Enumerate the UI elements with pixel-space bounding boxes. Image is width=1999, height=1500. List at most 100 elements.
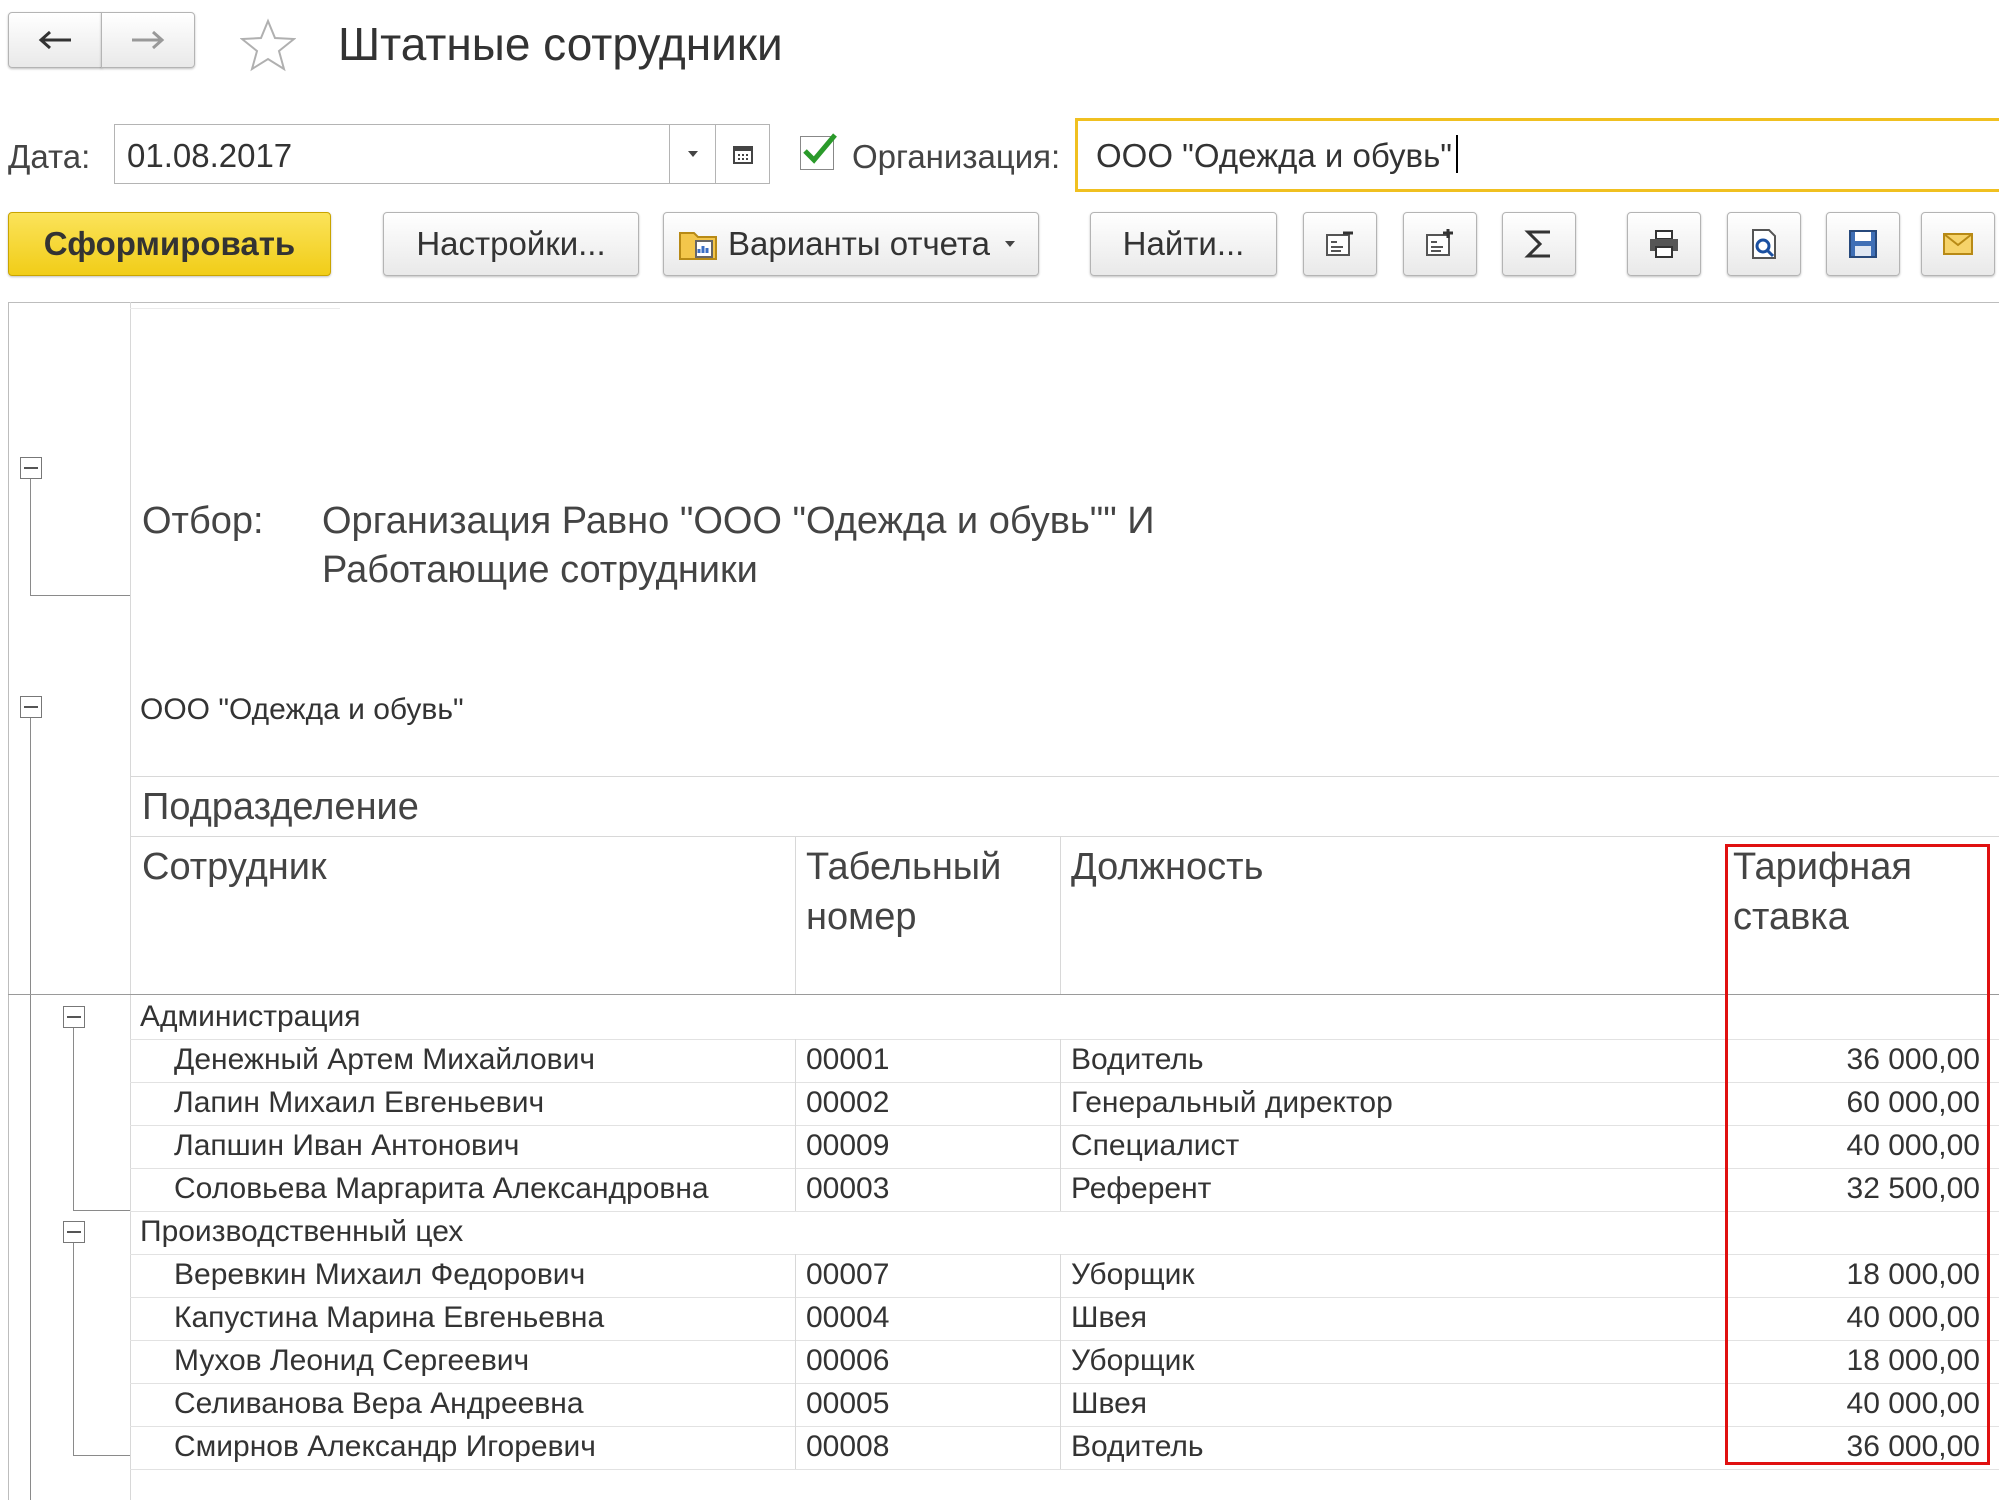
organization-checkbox[interactable]: [800, 133, 837, 170]
expand-groups-icon: [1426, 229, 1453, 256]
report-variants-icon: [679, 232, 717, 260]
sum-button[interactable]: [1502, 212, 1576, 276]
collapse-groups-button[interactable]: [1303, 212, 1377, 276]
organization-value: ООО "Одежда и обувь": [1096, 137, 1452, 174]
row-separator: [130, 1125, 1999, 1126]
collapse-filter-toggle[interactable]: [20, 457, 42, 479]
filter-condition-line2: Работающие сотрудники: [322, 549, 758, 591]
text-cursor: [1456, 135, 1458, 173]
date-dropdown-button[interactable]: [670, 124, 716, 184]
expand-groups-button[interactable]: [1403, 212, 1477, 276]
report-variants-button[interactable]: Варианты отчета: [663, 212, 1039, 276]
chevron-down-icon: [1005, 241, 1016, 247]
collapse-groups-icon: [1326, 231, 1353, 256]
employee-tab-number: 00001: [806, 1043, 890, 1076]
employee-tab-number: 00008: [806, 1430, 890, 1463]
date-label: Дата:: [8, 138, 91, 175]
send-email-button[interactable]: [1921, 212, 1995, 276]
employee-name: Смирнов Александр Игоревич: [174, 1430, 596, 1463]
employee-name: Соловьева Маргарита Александровна: [174, 1172, 709, 1205]
column-separator: [795, 1168, 796, 1211]
settings-button[interactable]: Настройки...: [383, 212, 639, 276]
collapse-organization-toggle[interactable]: [20, 696, 42, 718]
row-separator: [130, 1383, 1999, 1384]
favorite-star-icon[interactable]: [239, 18, 297, 72]
date-value: 01.08.2017: [127, 137, 293, 174]
employee-tab-number: 00009: [806, 1129, 890, 1162]
tree-line: [73, 1455, 130, 1456]
employee-position: Уборщик: [1071, 1344, 1195, 1377]
column-separator: [795, 1340, 796, 1383]
employee-tab-number: 00005: [806, 1387, 890, 1420]
row-separator: [130, 1297, 1999, 1298]
report-left-border: [8, 302, 9, 1500]
employee-tab-number: 00002: [806, 1086, 890, 1119]
calendar-icon: [732, 146, 753, 164]
organization-label: Организация:: [852, 138, 1061, 175]
row-separator: [130, 1254, 1999, 1255]
report-variants-label: Варианты отчета: [728, 225, 991, 262]
print-button[interactable]: [1627, 212, 1701, 276]
column-separator: [795, 1039, 796, 1082]
collapse-group-toggle[interactable]: [63, 1006, 85, 1028]
rate-column-highlight: [1725, 844, 1990, 1465]
row-separator: [130, 1469, 1999, 1470]
tree-line: [30, 595, 130, 596]
employee-position: Швея: [1071, 1301, 1148, 1334]
employee-position: Водитель: [1071, 1043, 1204, 1076]
tree-line: [73, 1028, 74, 1210]
column-separator: [795, 1082, 796, 1125]
header-middle-line: [130, 836, 1999, 837]
employee-tab-number: 00004: [806, 1301, 890, 1334]
column-separator: [1060, 1426, 1061, 1469]
tree-line: [73, 1243, 74, 1455]
row-separator: [130, 1039, 1999, 1040]
column-separator: [1060, 1039, 1061, 1082]
floppy-disk-icon: [1849, 230, 1877, 258]
calendar-button[interactable]: [716, 124, 770, 184]
header-position: Должность: [1071, 846, 1264, 888]
filter-label: Отбор:: [142, 500, 264, 542]
employee-tab-number: 00007: [806, 1258, 890, 1291]
row-separator: [130, 1168, 1999, 1169]
column-separator: [1060, 1168, 1061, 1211]
top-cell-line: [130, 308, 340, 309]
filter-condition-line1: Организация Равно "ООО "Одежда и обувь""…: [322, 500, 1155, 542]
employee-name: Лапин Михаил Евгеньевич: [174, 1086, 545, 1119]
generate-button[interactable]: Сформировать: [8, 212, 331, 276]
date-input[interactable]: 01.08.2017: [114, 124, 670, 184]
print-preview-icon: [1752, 229, 1776, 259]
tree-line: [73, 1210, 130, 1211]
collapse-group-toggle[interactable]: [63, 1221, 85, 1243]
employee-position: Специалист: [1071, 1129, 1240, 1162]
report-top-border: [8, 302, 1999, 303]
save-button[interactable]: [1826, 212, 1900, 276]
header-bottom-line: [8, 994, 1999, 995]
column-separator: [1060, 1297, 1061, 1340]
group-title: Администрация: [140, 1000, 361, 1033]
header-top-line: [130, 776, 1999, 777]
find-button[interactable]: Найти...: [1090, 212, 1277, 276]
page-title: Штатные сотрудники: [338, 18, 783, 70]
employee-tab-number: 00003: [806, 1172, 890, 1205]
employee-name: Селиванова Вера Андреевна: [174, 1387, 584, 1420]
print-preview-button[interactable]: [1727, 212, 1801, 276]
column-separator: [795, 1297, 796, 1340]
group-title: Производственный цех: [140, 1215, 464, 1248]
employee-name: Денежный Артем Михайлович: [174, 1043, 595, 1076]
employee-position: Уборщик: [1071, 1258, 1195, 1291]
employee-tab-number: 00006: [806, 1344, 890, 1377]
row-separator: [130, 1211, 1999, 1212]
employee-position: Водитель: [1071, 1430, 1204, 1463]
organization-input[interactable]: ООО "Одежда и обувь": [1075, 118, 1999, 192]
column-separator: [795, 1426, 796, 1469]
employee-position: Референт: [1071, 1172, 1212, 1205]
column-separator: [1060, 836, 1061, 994]
column-separator: [795, 1383, 796, 1426]
forward-button[interactable]: [101, 12, 195, 68]
back-button[interactable]: [8, 12, 102, 68]
employee-position: Швея: [1071, 1387, 1148, 1420]
header-tab-number-1: Табельный: [806, 846, 1002, 888]
tree-line: [30, 718, 31, 1500]
employee-name: Веревкин Михаил Федорович: [174, 1258, 586, 1291]
